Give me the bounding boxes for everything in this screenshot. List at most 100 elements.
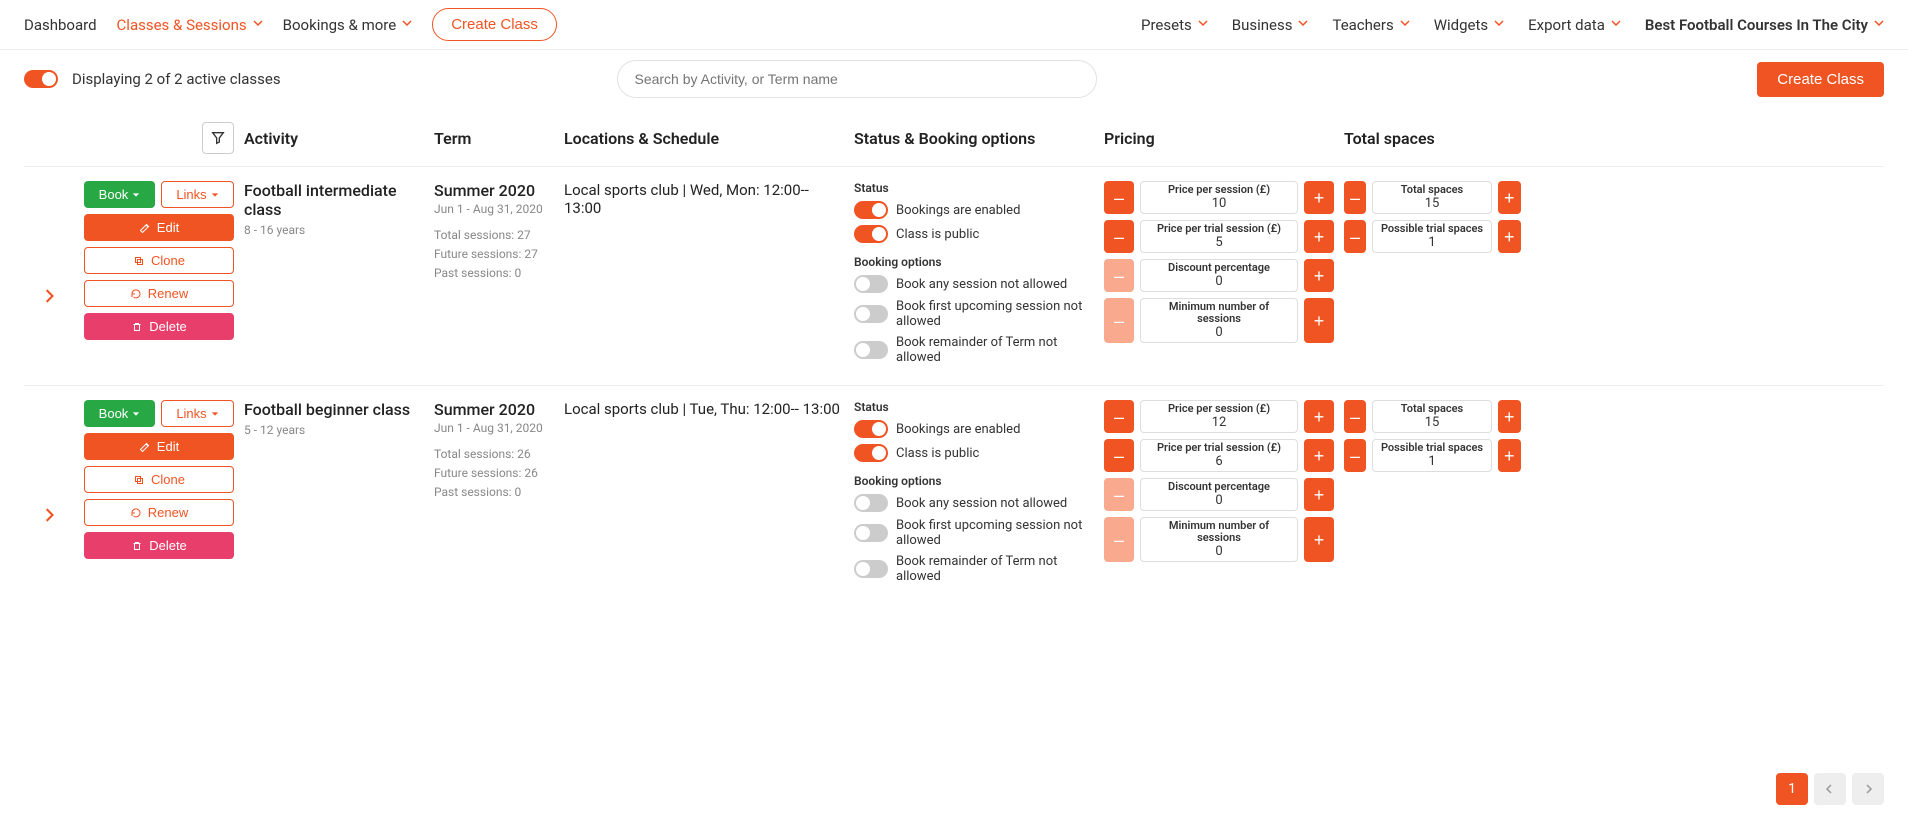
nav-brand[interactable]: Best Football Courses In The City	[1645, 16, 1884, 34]
nav-presets[interactable]: Presets	[1141, 16, 1208, 34]
nav-export-data[interactable]: Export data	[1528, 16, 1621, 34]
discount-percentage-label: Discount percentage	[1168, 481, 1270, 493]
header-term: Term	[434, 129, 554, 148]
book-button[interactable]: Book	[84, 181, 155, 208]
nav-widgets[interactable]: Widgets	[1434, 16, 1504, 34]
edit-button[interactable]: Edit	[84, 433, 234, 460]
possible-trial-spaces-increment[interactable]: +	[1498, 220, 1521, 253]
possible-trial-spaces-increment[interactable]: +	[1498, 439, 1521, 472]
pager: 1	[1776, 773, 1884, 805]
expand-row-button[interactable]	[24, 400, 74, 590]
chevron-down-icon	[253, 20, 263, 30]
create-class-button[interactable]: Create Class	[1757, 62, 1884, 97]
price-per-trial-increment[interactable]: +	[1304, 220, 1334, 253]
renew-label: Renew	[148, 505, 188, 520]
possible-trial-spaces-decrement[interactable]: –	[1344, 439, 1366, 472]
price-per-trial-field[interactable]: Price per trial session (£) 5	[1140, 220, 1298, 253]
pager-prev[interactable]	[1814, 773, 1846, 805]
expand-row-button[interactable]	[24, 181, 74, 371]
minimum-sessions-increment[interactable]: +	[1304, 517, 1334, 562]
possible-trial-spaces-group: – Possible trial spaces 1 +	[1344, 220, 1494, 253]
total-spaces-decrement[interactable]: –	[1344, 181, 1366, 214]
nav-dashboard[interactable]: Dashboard	[24, 16, 97, 34]
possible-trial-spaces-field[interactable]: Possible trial spaces 1	[1372, 439, 1492, 472]
renew-label: Renew	[148, 286, 188, 301]
minimum-sessions-increment[interactable]: +	[1304, 298, 1334, 343]
clone-button[interactable]: Clone	[84, 466, 234, 493]
book-any-session-toggle[interactable]	[854, 494, 888, 512]
price-per-trial-decrement[interactable]: –	[1104, 220, 1134, 253]
nav-classes-sessions[interactable]: Classes & Sessions	[117, 16, 263, 34]
discount-percentage-increment[interactable]: +	[1304, 478, 1334, 511]
price-per-trial-value: 6	[1215, 454, 1222, 469]
price-per-trial-field[interactable]: Price per trial session (£) 6	[1140, 439, 1298, 472]
pager-next[interactable]	[1852, 773, 1884, 805]
total-spaces-increment[interactable]: +	[1498, 181, 1521, 214]
status-heading: Status	[854, 181, 1094, 195]
trash-icon	[131, 321, 143, 333]
nav-bookings[interactable]: Bookings & more	[283, 16, 413, 34]
renew-icon	[130, 288, 142, 300]
book-remainder-toggle[interactable]	[854, 560, 888, 578]
clone-button[interactable]: Clone	[84, 247, 234, 274]
clone-label: Clone	[151, 253, 185, 268]
discount-percentage-increment[interactable]: +	[1304, 259, 1334, 292]
price-per-session-decrement[interactable]: –	[1104, 181, 1134, 214]
edit-button[interactable]: Edit	[84, 214, 234, 241]
minimum-sessions-field[interactable]: Minimum number of sessions 0	[1140, 517, 1298, 562]
search-input[interactable]	[617, 60, 1097, 98]
minimum-sessions-decrement[interactable]: –	[1104, 298, 1134, 343]
book-any-session-toggle[interactable]	[854, 275, 888, 293]
renew-button[interactable]: Renew	[84, 280, 234, 307]
delete-label: Delete	[149, 538, 187, 553]
nav-teachers[interactable]: Teachers	[1332, 16, 1409, 34]
bookings-enabled-toggle[interactable]	[854, 420, 888, 438]
links-button[interactable]: Links	[161, 400, 234, 427]
nav-business[interactable]: Business	[1232, 16, 1309, 34]
discount-percentage-decrement[interactable]: –	[1104, 478, 1134, 511]
total-spaces-field[interactable]: Total spaces 15	[1372, 400, 1492, 433]
filter-button[interactable]	[202, 122, 234, 154]
pager-page-1[interactable]: 1	[1776, 773, 1808, 805]
price-per-session-field[interactable]: Price per session (£) 10	[1140, 181, 1298, 214]
chevron-left-icon	[1825, 784, 1835, 794]
edit-label: Edit	[157, 220, 179, 235]
term-title: Summer 2020	[434, 400, 554, 419]
book-first-upcoming-toggle[interactable]	[854, 524, 888, 542]
book-button[interactable]: Book	[84, 400, 155, 427]
bookings-enabled-toggle[interactable]	[854, 201, 888, 219]
minimum-sessions-decrement[interactable]: –	[1104, 517, 1134, 562]
discount-percentage-field[interactable]: Discount percentage 0	[1140, 259, 1298, 292]
class-public-toggle[interactable]	[854, 225, 888, 243]
discount-percentage-decrement[interactable]: –	[1104, 259, 1134, 292]
possible-trial-spaces-decrement[interactable]: –	[1344, 220, 1366, 253]
price-per-session-decrement[interactable]: –	[1104, 400, 1134, 433]
total-spaces-decrement[interactable]: –	[1344, 400, 1366, 433]
chevron-down-icon	[1198, 20, 1208, 30]
delete-button[interactable]: Delete	[84, 313, 234, 340]
price-per-session-increment[interactable]: +	[1304, 181, 1334, 214]
price-per-trial-decrement[interactable]: –	[1104, 439, 1134, 472]
minimum-sessions-value: 0	[1215, 544, 1222, 559]
nav-teachers-label: Teachers	[1332, 16, 1393, 34]
active-classes-toggle[interactable]	[24, 70, 58, 88]
minimum-sessions-field[interactable]: Minimum number of sessions 0	[1140, 298, 1298, 343]
header-activity: Activity	[244, 129, 424, 148]
total-spaces-value: 15	[1425, 415, 1440, 430]
price-per-trial-increment[interactable]: +	[1304, 439, 1334, 472]
class-public-toggle[interactable]	[854, 444, 888, 462]
links-button[interactable]: Links	[161, 181, 234, 208]
discount-percentage-field[interactable]: Discount percentage 0	[1140, 478, 1298, 511]
book-first-upcoming-toggle[interactable]	[854, 305, 888, 323]
book-remainder-toggle[interactable]	[854, 341, 888, 359]
total-spaces-increment[interactable]: +	[1498, 400, 1521, 433]
create-class-button-top[interactable]: Create Class	[432, 8, 557, 41]
price-per-session-increment[interactable]: +	[1304, 400, 1334, 433]
header-pricing: Pricing	[1104, 129, 1334, 148]
delete-button[interactable]: Delete	[84, 532, 234, 559]
price-per-session-field[interactable]: Price per session (£) 12	[1140, 400, 1298, 433]
discount-percentage-value: 0	[1215, 274, 1222, 289]
possible-trial-spaces-field[interactable]: Possible trial spaces 1	[1372, 220, 1492, 253]
total-spaces-field[interactable]: Total spaces 15	[1372, 181, 1492, 214]
renew-button[interactable]: Renew	[84, 499, 234, 526]
